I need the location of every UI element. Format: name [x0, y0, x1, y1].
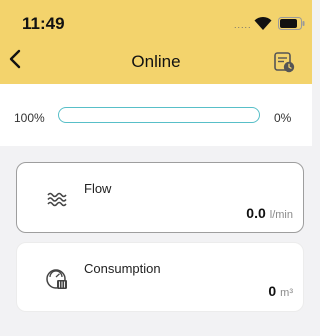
- calendar-clock-icon[interactable]: [272, 50, 296, 74]
- consumption-value: 0: [268, 283, 277, 299]
- battery-icon: [278, 17, 305, 30]
- consumption-value-group: 0 m³: [268, 283, 293, 299]
- progress-bar: [58, 107, 260, 123]
- progress-section: 100% 0%: [0, 84, 312, 146]
- flow-unit: l/min: [269, 209, 293, 221]
- header-bar: 11:49 ..... Online: [0, 0, 312, 84]
- consumption-unit: m³: [280, 287, 293, 299]
- consumption-label: Consumption: [84, 261, 161, 276]
- flow-value-group: 0.0 l/min: [246, 205, 293, 221]
- flow-label: Flow: [84, 181, 112, 196]
- status-time: 11:49: [22, 14, 65, 33]
- wifi-icon: [254, 16, 272, 30]
- meter-icon: [46, 269, 67, 289]
- flow-card[interactable]: Flow 0.0 l/min: [16, 162, 304, 233]
- consumption-card[interactable]: Consumption 0 m³: [16, 242, 304, 312]
- progress-min-label: 0%: [274, 111, 292, 125]
- progress-max-label: 100%: [14, 111, 45, 125]
- flow-value: 0.0: [246, 205, 266, 221]
- waves-icon: [47, 192, 67, 207]
- page-title: Online: [131, 52, 181, 71]
- signal-dots: .....: [234, 20, 252, 30]
